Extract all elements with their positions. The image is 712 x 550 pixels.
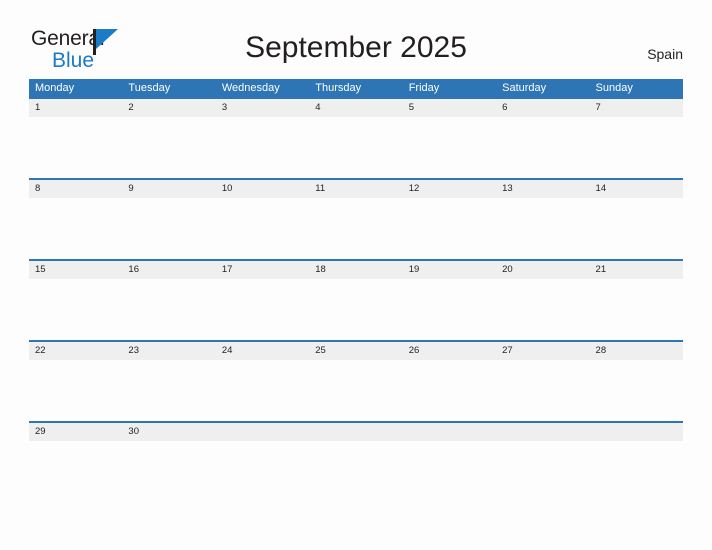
day-cell[interactable]: 9 [122,180,215,198]
day-cell[interactable]: 27 [496,342,589,360]
day-cell[interactable]: 25 [309,342,402,360]
calendar-grid: Monday Tuesday Wednesday Thursday Friday… [29,79,683,502]
weekday-header-sunday: Sunday [595,82,633,94]
day-cell[interactable]: 4 [309,99,402,117]
weekday-header-monday: Monday [35,82,75,94]
page-header: General Blue September 2025 Spain [0,0,712,71]
week-note-area[interactable] [29,360,683,421]
week-row: 1 2 3 4 5 6 7 [29,97,683,178]
date-number-band: 15 16 17 18 19 20 21 [29,261,683,279]
day-cell[interactable]: 26 [403,342,496,360]
week-note-area[interactable] [29,279,683,340]
day-cell[interactable]: 28 [590,342,683,360]
day-cell[interactable]: 11 [309,180,402,198]
date-number-band: 29 30 [29,423,683,441]
date-number-band: 1 2 3 4 5 6 7 [29,99,683,117]
day-cell-empty [216,423,309,441]
day-cell[interactable]: 2 [122,99,215,117]
day-cell[interactable]: 12 [403,180,496,198]
day-cell[interactable]: 15 [29,261,122,279]
day-cell[interactable]: 16 [122,261,215,279]
day-cell[interactable]: 19 [403,261,496,279]
day-cell[interactable]: 21 [590,261,683,279]
week-note-area[interactable] [29,198,683,259]
day-cell-empty [403,423,496,441]
date-number-band: 22 23 24 25 26 27 28 [29,342,683,360]
week-row: 15 16 17 18 19 20 21 [29,259,683,340]
day-cell[interactable]: 23 [122,342,215,360]
day-cell[interactable]: 6 [496,99,589,117]
day-cell[interactable]: 1 [29,99,122,117]
week-row: 29 30 [29,421,683,502]
day-cell-empty [496,423,589,441]
weekday-header-thursday: Thursday [315,82,362,94]
week-row: 8 9 10 11 12 13 14 [29,178,683,259]
day-cell[interactable]: 13 [496,180,589,198]
day-cell[interactable]: 14 [590,180,683,198]
day-cell[interactable]: 8 [29,180,122,198]
day-cell-empty [309,423,402,441]
page-title: September 2025 [245,31,467,64]
day-cell[interactable]: 20 [496,261,589,279]
weekday-header-friday: Friday [408,82,440,94]
day-cell[interactable]: 30 [122,423,215,441]
day-cell-empty [590,423,683,441]
region-label: Spain [647,46,683,62]
weekday-header-saturday: Saturday [502,82,547,94]
weekday-header-wednesday: Wednesday [221,82,280,94]
week-note-area[interactable] [29,117,683,178]
day-cell[interactable]: 5 [403,99,496,117]
week-row: 22 23 24 25 26 27 28 [29,340,683,421]
day-cell[interactable]: 29 [29,423,122,441]
day-cell[interactable]: 17 [216,261,309,279]
week-note-area[interactable] [29,441,683,502]
day-cell[interactable]: 7 [590,99,683,117]
date-number-band: 8 9 10 11 12 13 14 [29,180,683,198]
day-cell[interactable]: 3 [216,99,309,117]
day-cell[interactable]: 18 [309,261,402,279]
day-cell[interactable]: 10 [216,180,309,198]
weekday-header-row: Monday Tuesday Wednesday Thursday Friday… [29,79,683,97]
day-cell[interactable]: 24 [216,342,309,360]
day-cell[interactable]: 22 [29,342,122,360]
weekday-header-tuesday: Tuesday [128,82,171,94]
